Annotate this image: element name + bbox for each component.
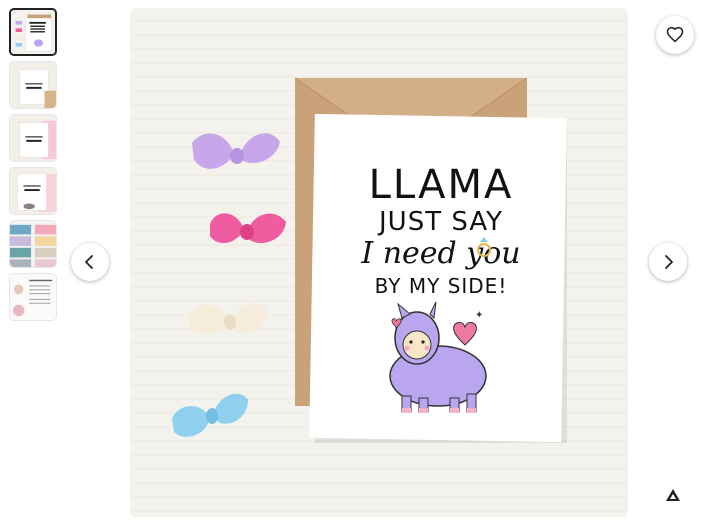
- listing-image-gallery: LLAMA JUST SAY I need you BY MY SIDE! ✦: [0, 0, 701, 526]
- previous-image-button[interactable]: [71, 243, 109, 281]
- zoom-button[interactable]: [662, 484, 684, 506]
- thumbnail-3-image: [10, 115, 56, 161]
- favorite-button[interactable]: [656, 16, 694, 54]
- thumbnail-3[interactable]: [9, 114, 57, 162]
- card-text-line-2: JUST SAY: [377, 207, 503, 237]
- thumbnail-6[interactable]: [9, 273, 57, 321]
- thumbnail-1-image: [11, 10, 55, 54]
- thumbnail-2[interactable]: [9, 61, 57, 109]
- card-text-line-4: BY MY SIDE!: [375, 274, 508, 298]
- thumbnail-1[interactable]: [9, 8, 57, 56]
- thumbnail-4-image: [10, 168, 56, 214]
- expand-icon: [666, 489, 680, 501]
- card-text-line-1: LLAMA: [369, 162, 514, 208]
- thumbnail-2-image: [10, 62, 56, 108]
- next-image-button[interactable]: [649, 243, 687, 281]
- thumbnail-4[interactable]: [9, 167, 57, 215]
- card-text-line-3: I need you: [360, 236, 520, 271]
- thumbnail-5[interactable]: [9, 220, 57, 268]
- chevron-right-icon: [665, 255, 673, 269]
- heart-icon: [666, 26, 684, 43]
- svg-text:✦: ✦: [475, 310, 483, 321]
- chevron-left-icon: [85, 255, 93, 269]
- thumbnail-6-image: [10, 274, 56, 320]
- main-product-image[interactable]: LLAMA JUST SAY I need you BY MY SIDE! ✦: [130, 8, 628, 517]
- thumbnail-5-image: [10, 221, 56, 267]
- greeting-card-photo: LLAMA JUST SAY I need you BY MY SIDE! ✦: [130, 8, 628, 517]
- thumbnail-strip: [9, 8, 57, 326]
